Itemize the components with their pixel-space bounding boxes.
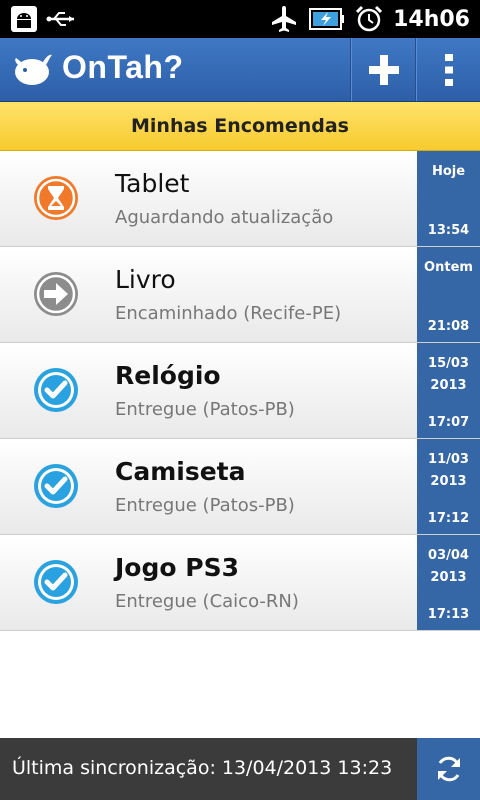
item-status: Entregue (Patos-PB) (115, 495, 295, 516)
refresh-button[interactable] (417, 738, 480, 800)
item-status: Encaminhado (Recife-PE) (115, 303, 342, 324)
item-time: 17:13 (427, 607, 470, 622)
overflow-menu-icon (444, 53, 453, 86)
item-time: 17:07 (427, 415, 470, 430)
item-date-column: Hoje 13:54 (417, 151, 480, 246)
app-brand[interactable]: OnTah? (12, 46, 184, 88)
item-status: Entregue (Caico-RN) (115, 591, 299, 612)
alarm-icon (356, 5, 383, 32)
item-title: Relógio (115, 361, 221, 390)
item-date-column: 15/03 2013 17:07 (417, 343, 480, 438)
item-time: 13:54 (427, 223, 470, 238)
check-icon (34, 464, 78, 508)
plus-icon (368, 54, 399, 85)
section-header: Minhas Encomendas (0, 102, 480, 151)
hourglass-icon (34, 176, 78, 220)
item-date: 15/03 2013 (428, 356, 469, 393)
check-icon (34, 368, 78, 412)
airplane-mode-icon (272, 6, 297, 32)
item-date: 03/04 2013 (428, 548, 469, 585)
item-title: Tablet (115, 169, 190, 198)
item-status: Entregue (Patos-PB) (115, 399, 295, 420)
item-date-column: Ontem 21:08 (417, 247, 480, 342)
item-title: Jogo PS3 (115, 553, 239, 582)
footer-bar: Última sincronização: 13/04/2013 13:23 (0, 738, 480, 800)
check-icon (34, 560, 78, 604)
usb-icon (46, 12, 74, 26)
list-item[interactable]: Relógio Entregue (Patos-PB) 15/03 2013 1… (0, 343, 480, 439)
battery-charging-icon (309, 8, 345, 30)
list-item[interactable]: Livro Encaminhado (Recife-PE) Ontem 21:0… (0, 247, 480, 343)
package-list: Tablet Aguardando atualização Hoje 13:54… (0, 151, 480, 631)
item-status: Aguardando atualização (115, 207, 334, 228)
item-title: Camiseta (115, 457, 246, 486)
arrow-right-icon (34, 272, 78, 316)
last-sync-text: Última sincronização: 13/04/2013 13:23 (12, 757, 393, 779)
list-item[interactable]: Tablet Aguardando atualização Hoje 13:54 (0, 151, 480, 247)
list-item[interactable]: Camiseta Entregue (Patos-PB) 11/03 2013 … (0, 439, 480, 535)
item-time: 21:08 (427, 319, 470, 334)
refresh-icon (437, 756, 460, 782)
item-date-column: 11/03 2013 17:12 (417, 439, 480, 534)
item-title: Livro (115, 265, 176, 294)
item-time: 17:12 (427, 511, 470, 526)
list-item[interactable]: Jogo PS3 Entregue (Caico-RN) 03/04 2013 … (0, 535, 480, 631)
item-date-column: 03/04 2013 17:13 (417, 535, 480, 630)
item-date: 11/03 2013 (428, 452, 469, 489)
item-date: Hoje (431, 164, 466, 179)
bird-logo-icon (15, 54, 52, 85)
item-date: Ontem (424, 260, 473, 275)
status-time: 14h06 (393, 6, 470, 32)
status-bar: 14h06 (0, 0, 480, 38)
android-debug-icon (11, 6, 37, 32)
add-button[interactable] (350, 38, 416, 101)
action-bar: OnTah? (0, 38, 480, 102)
app-title: OnTah? (62, 48, 184, 85)
overflow-menu-button[interactable] (415, 38, 480, 101)
